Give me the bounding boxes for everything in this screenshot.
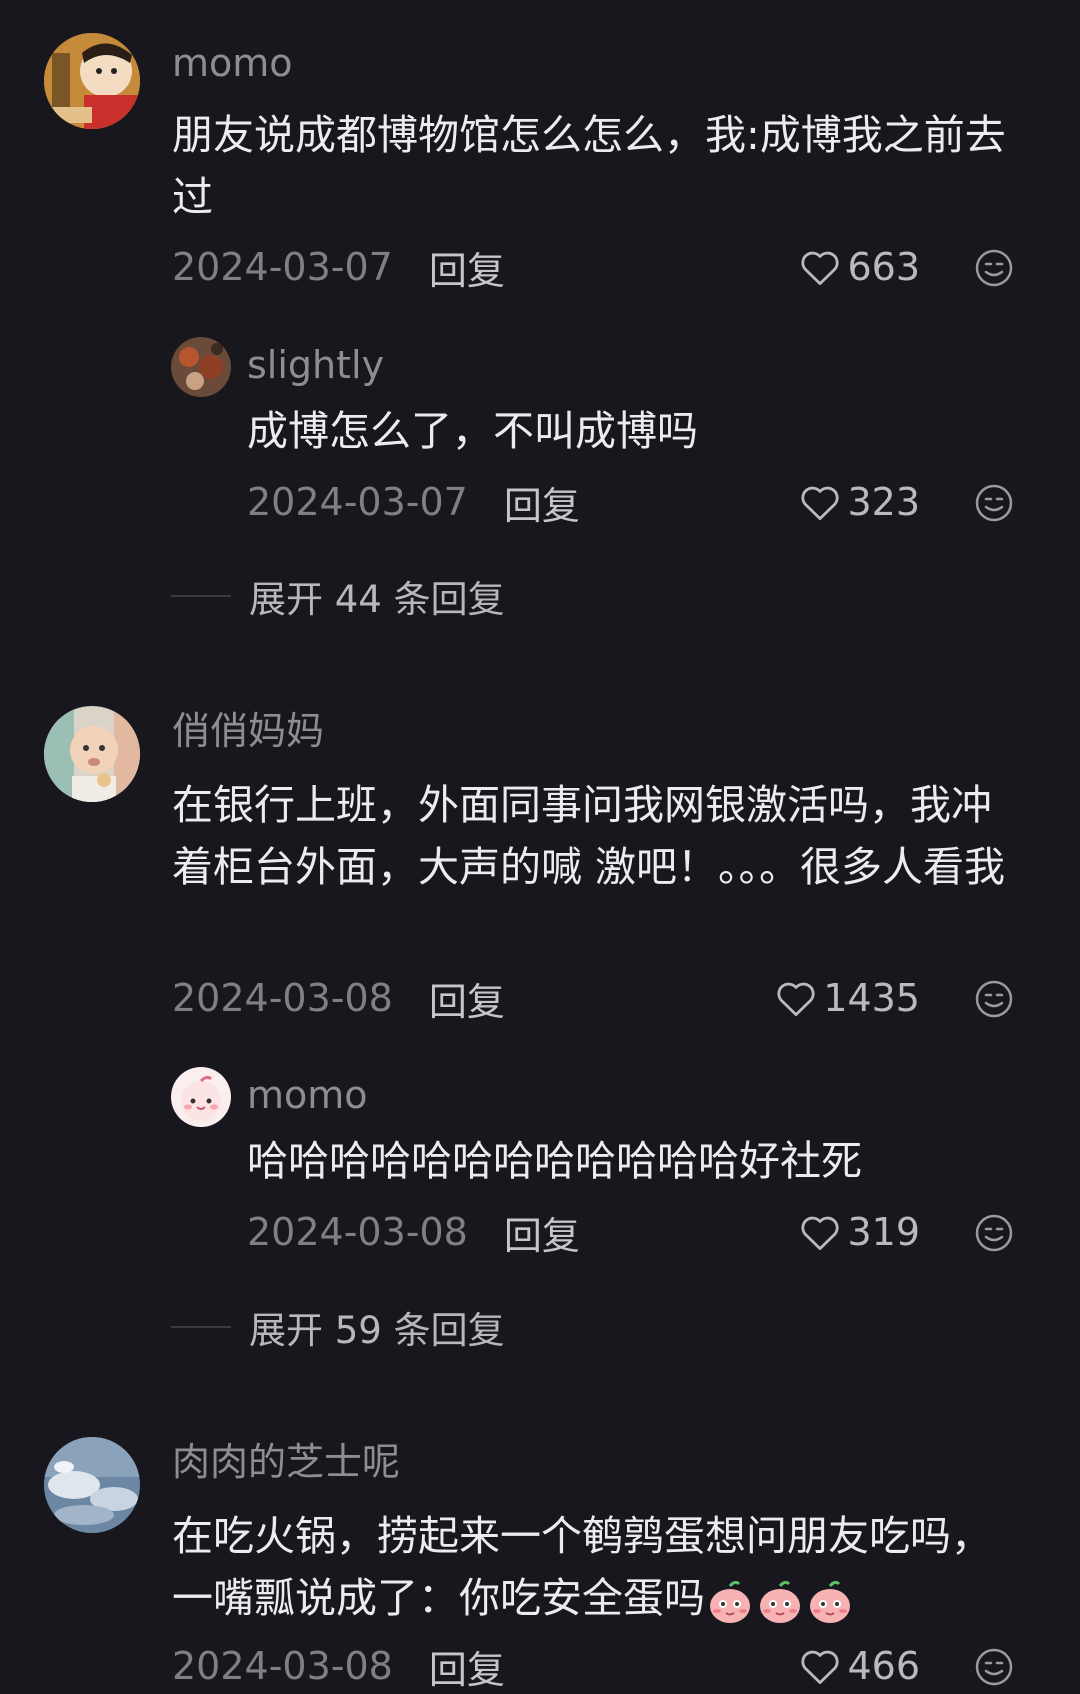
heart-icon — [801, 486, 840, 521]
reply-button[interactable]: 回复 — [504, 1205, 580, 1260]
reply-avatar[interactable] — [171, 1067, 231, 1127]
expand-replies[interactable]: 展开 44 条回复 — [171, 571, 505, 621]
emoji-face-icon[interactable] — [974, 483, 1014, 523]
comment-date: 2024-03-08 — [172, 976, 393, 1020]
like-count: 663 — [847, 245, 920, 289]
like-button[interactable]: 663 — [799, 242, 920, 292]
peach-emoji-icon — [755, 1574, 805, 1623]
divider — [171, 595, 231, 597]
like-button[interactable]: 466 — [799, 1641, 920, 1691]
comment-meta: 2024-03-08 回复 — [172, 971, 505, 1026]
expand-replies[interactable]: 展开 59 条回复 — [171, 1302, 505, 1352]
reply-text: 成博怎么了，不叫成博吗 — [247, 407, 698, 455]
expand-replies-label[interactable]: 展开 59 条回复 — [249, 1300, 505, 1354]
username[interactable]: momo — [172, 44, 293, 82]
like-count: 1435 — [823, 976, 920, 1020]
reply-text: 哈哈哈哈哈哈哈哈哈哈哈哈好社死 — [247, 1137, 862, 1185]
reply-meta: 2024-03-08 回复 — [247, 1205, 580, 1260]
comment-date: 2024-03-07 — [172, 245, 393, 289]
like-count: 466 — [847, 1644, 920, 1688]
heart-icon — [801, 1650, 840, 1685]
like-button[interactable]: 323 — [799, 477, 920, 527]
avatar[interactable] — [44, 706, 140, 802]
like-count: 319 — [847, 1210, 920, 1254]
comment-meta: 2024-03-07 回复 — [172, 240, 505, 295]
peach-emoji-icon — [705, 1574, 755, 1623]
reply-button[interactable]: 回复 — [504, 475, 580, 530]
comment-text: 朋友说成都博物馆怎么怎么，我:成博我之前去过 — [172, 111, 1006, 221]
emoji-face-icon[interactable] — [974, 1647, 1014, 1687]
like-button[interactable]: 1435 — [775, 973, 920, 1023]
reply-username[interactable]: momo — [247, 1076, 368, 1114]
avatar[interactable] — [44, 1437, 140, 1533]
reply-button[interactable]: 回复 — [429, 240, 505, 295]
reply-avatar[interactable] — [171, 337, 231, 397]
emoji-face-icon[interactable] — [974, 1213, 1014, 1253]
reply-date: 2024-03-07 — [247, 480, 468, 524]
comment-text-content: 在吃火锅，捞起来一个鹌鹑蛋想问朋友吃吗，一嘴瓢说成了：你吃安全蛋吗 — [172, 1512, 992, 1622]
comment-text: 在吃火锅，捞起来一个鹌鹑蛋想问朋友吃吗，一嘴瓢说成了：你吃安全蛋吗 — [172, 1505, 1032, 1629]
peach-emoji-icon — [805, 1574, 855, 1623]
reply-date: 2024-03-08 — [247, 1210, 468, 1254]
comment-text: 在银行上班，外面同事问我网银激活吗，我冲着柜台外面，大声的喊 激吧！。。。很多人… — [172, 781, 1006, 891]
comment-date: 2024-03-08 — [172, 1644, 393, 1688]
reply-button[interactable]: 回复 — [429, 971, 505, 1026]
comment-meta: 2024-03-08 回复 — [172, 1639, 505, 1694]
emoji-face-icon[interactable] — [974, 979, 1014, 1019]
like-button[interactable]: 319 — [799, 1207, 920, 1257]
heart-icon — [801, 1216, 840, 1251]
like-count: 323 — [847, 480, 920, 524]
emoji-face-icon[interactable] — [974, 248, 1014, 288]
username[interactable]: 肉肉的芝士呢 — [172, 1443, 400, 1481]
reply-meta: 2024-03-07 回复 — [247, 475, 580, 530]
divider — [171, 1326, 231, 1328]
heart-icon — [801, 251, 840, 286]
username[interactable]: 俏俏妈妈 — [172, 712, 324, 750]
expand-replies-label[interactable]: 展开 44 条回复 — [249, 569, 505, 623]
heart-icon — [777, 982, 815, 1017]
reply-username[interactable]: slightly — [247, 346, 384, 384]
reply-button[interactable]: 回复 — [429, 1639, 505, 1694]
avatar[interactable] — [44, 33, 140, 129]
